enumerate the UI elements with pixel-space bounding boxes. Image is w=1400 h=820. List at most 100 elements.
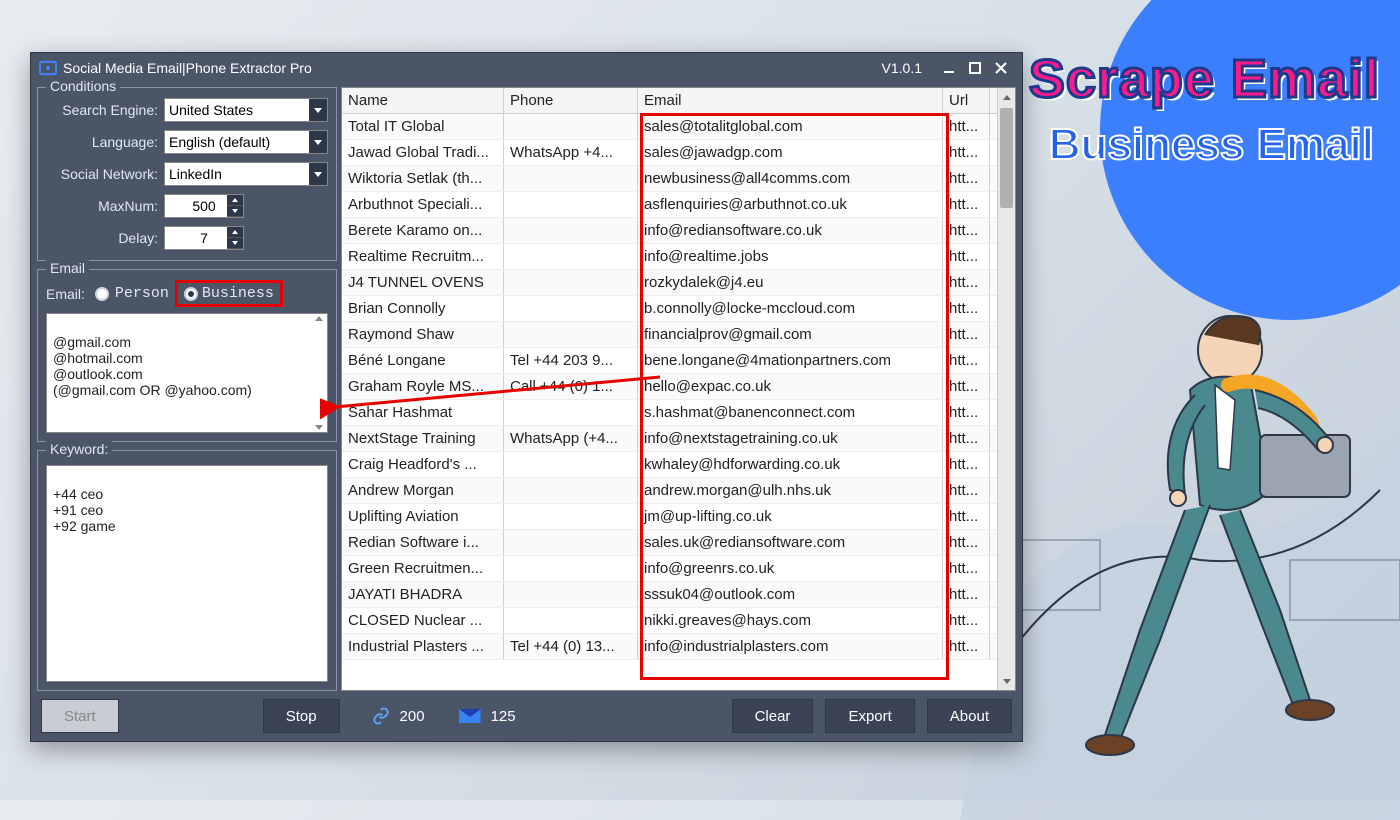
table-row[interactable]: Green Recruitmen...info@greenrs.co.ukhtt… xyxy=(342,556,997,582)
table-row[interactable]: J4 TUNNEL OVENSrozkydalek@j4.euhtt... xyxy=(342,270,997,296)
table-row[interactable]: Arbuthnot Speciali...asflenquiries@arbut… xyxy=(342,192,997,218)
email-group: Email Email: Person Business @gmail.com … xyxy=(37,269,337,442)
table-row[interactable]: Wiktoria Setlak (th...newbusiness@all4co… xyxy=(342,166,997,192)
table-row[interactable]: Redian Software i...sales.uk@rediansoftw… xyxy=(342,530,997,556)
cell-url: htt... xyxy=(943,582,990,607)
cell-name: Total IT Global xyxy=(342,114,504,139)
email-field-label: Email: xyxy=(46,286,85,302)
cell-url: htt... xyxy=(943,374,990,399)
search-engine-select[interactable]: United States xyxy=(164,98,328,122)
th-url[interactable]: Url xyxy=(943,88,990,113)
cell-name: Redian Software i... xyxy=(342,530,504,555)
table-row[interactable]: Berete Karamo on...info@rediansoftware.c… xyxy=(342,218,997,244)
step-up-icon[interactable] xyxy=(227,195,243,206)
cell-phone xyxy=(504,582,638,607)
cell-url: htt... xyxy=(943,348,990,373)
language-select[interactable]: English (default) xyxy=(164,130,328,154)
cell-url: htt... xyxy=(943,400,990,425)
maximize-button[interactable] xyxy=(962,58,988,78)
scroll-up-icon[interactable] xyxy=(313,316,325,321)
scroll-up-icon[interactable] xyxy=(998,88,1015,106)
results-table[interactable]: Name Phone Email Url Total IT Global sale… xyxy=(342,88,997,690)
social-network-select[interactable]: LinkedIn xyxy=(164,162,328,186)
cell-name: Andrew Morgan xyxy=(342,478,504,503)
app-version: V1.0.1 xyxy=(882,60,922,76)
radio-business[interactable] xyxy=(184,287,198,301)
table-row[interactable]: CLOSED Nuclear ...nikki.greaves@hays.com… xyxy=(342,608,997,634)
cell-url: htt... xyxy=(943,322,990,347)
cell-name: Sahar Hashmat xyxy=(342,400,504,425)
table-row[interactable]: Industrial Plasters ...Tel +44 (0) 13...… xyxy=(342,634,997,660)
cell-phone xyxy=(504,218,638,243)
titlebar: Social Media Email|Phone Extractor Pro V… xyxy=(31,53,1022,83)
cell-phone: WhatsApp +4... xyxy=(504,140,638,165)
businessman-illustration xyxy=(960,240,1400,820)
table-row[interactable]: Graham Royle MS...Call +44 (0) 1...hello… xyxy=(342,374,997,400)
cell-name: Uplifting Aviation xyxy=(342,504,504,529)
keyword-group: Keyword: +44 ceo +91 ceo +92 game xyxy=(37,450,337,691)
cell-phone xyxy=(504,244,638,269)
chevron-down-icon xyxy=(309,131,327,153)
scroll-down-icon[interactable] xyxy=(313,425,325,430)
step-down-icon[interactable] xyxy=(227,238,243,249)
cell-name: JAYATI BHADRA xyxy=(342,582,504,607)
cell-email: sales@totalitglobal.com xyxy=(638,114,943,139)
table-row[interactable]: Craig Headford's ...kwhaley@hdforwarding… xyxy=(342,452,997,478)
table-row[interactable]: Raymond Shawfinancialprov@gmail.comhtt..… xyxy=(342,322,997,348)
table-row[interactable]: Brian Connollyb.connolly@locke-mccloud.c… xyxy=(342,296,997,322)
step-up-icon[interactable] xyxy=(227,227,243,238)
vertical-scrollbar[interactable] xyxy=(997,88,1015,690)
minimize-button[interactable] xyxy=(936,58,962,78)
scrollbar-thumb[interactable] xyxy=(1000,108,1013,208)
th-name[interactable]: Name xyxy=(342,88,504,113)
clear-button[interactable]: Clear xyxy=(732,699,814,733)
th-phone[interactable]: Phone xyxy=(504,88,638,113)
export-button[interactable]: Export xyxy=(825,699,914,733)
link-count: 200 xyxy=(400,708,425,725)
keyword-textarea[interactable]: +44 ceo +91 ceo +92 game xyxy=(46,465,328,682)
cell-name: Arbuthnot Speciali... xyxy=(342,192,504,217)
overlay-subtitle: Business Email xyxy=(1049,120,1374,170)
about-button[interactable]: About xyxy=(927,699,1012,733)
radio-person[interactable] xyxy=(95,287,109,301)
table-row[interactable]: Realtime Recruitm...info@realtime.jobsht… xyxy=(342,244,997,270)
cell-phone xyxy=(504,530,638,555)
table-row[interactable]: Uplifting Aviationjm@up-lifting.co.ukhtt… xyxy=(342,504,997,530)
mail-icon xyxy=(459,709,481,723)
radio-business-label: Business xyxy=(202,285,274,302)
cell-name: Jawad Global Tradi... xyxy=(342,140,504,165)
table-row[interactable]: Béné LonganeTel +44 203 9...bene.longane… xyxy=(342,348,997,374)
cell-phone: Tel +44 203 9... xyxy=(504,348,638,373)
cell-url: htt... xyxy=(943,296,990,321)
maxnum-stepper[interactable]: 500 xyxy=(164,194,244,218)
cell-email: financialprov@gmail.com xyxy=(638,322,943,347)
cell-phone xyxy=(504,114,638,139)
cell-url: htt... xyxy=(943,270,990,295)
email-domains-list[interactable]: @gmail.com @hotmail.com @outlook.com (@g… xyxy=(46,313,328,433)
cell-name: Béné Longane xyxy=(342,348,504,373)
start-button[interactable]: Start xyxy=(41,699,119,733)
table-row[interactable]: Jawad Global Tradi...WhatsApp +4...sales… xyxy=(342,140,997,166)
scroll-down-icon[interactable] xyxy=(998,672,1015,690)
close-button[interactable] xyxy=(988,58,1014,78)
table-row[interactable]: NextStage TrainingWhatsApp (+4...info@ne… xyxy=(342,426,997,452)
table-row[interactable]: JAYATI BHADRAsssuk04@outlook.comhtt... xyxy=(342,582,997,608)
email-legend: Email xyxy=(46,260,89,276)
delay-stepper[interactable]: 7 xyxy=(164,226,244,250)
table-row[interactable]: Andrew Morganandrew.morgan@ulh.nhs.ukhtt… xyxy=(342,478,997,504)
cell-email: info@realtime.jobs xyxy=(638,244,943,269)
cell-email: bene.longane@4mationpartners.com xyxy=(638,348,943,373)
table-row[interactable]: Sahar Hashmats.hashmat@banenconnect.comh… xyxy=(342,400,997,426)
stop-button[interactable]: Stop xyxy=(263,699,340,733)
delay-value: 7 xyxy=(200,230,208,246)
cell-name: J4 TUNNEL OVENS xyxy=(342,270,504,295)
table-row[interactable]: Total IT Globalsales@totalitglobal.comht… xyxy=(342,114,997,140)
cell-url: htt... xyxy=(943,478,990,503)
link-icon xyxy=(372,707,390,725)
cell-email: sales@jawadgp.com xyxy=(638,140,943,165)
delay-label: Delay: xyxy=(46,230,164,246)
th-email[interactable]: Email xyxy=(638,88,943,113)
radio-person-label: Person xyxy=(115,285,169,302)
step-down-icon[interactable] xyxy=(227,206,243,217)
cell-email: b.connolly@locke-mccloud.com xyxy=(638,296,943,321)
